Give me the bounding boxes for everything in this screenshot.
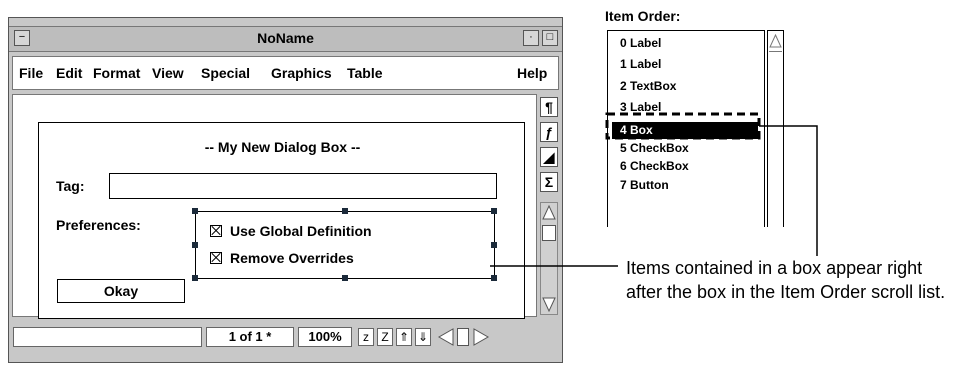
dashed-highlight <box>605 112 761 140</box>
annotation-text: Items contained in a box appear right af… <box>626 258 946 302</box>
callout-overlay <box>490 112 818 267</box>
leader-line-top <box>759 125 818 256</box>
